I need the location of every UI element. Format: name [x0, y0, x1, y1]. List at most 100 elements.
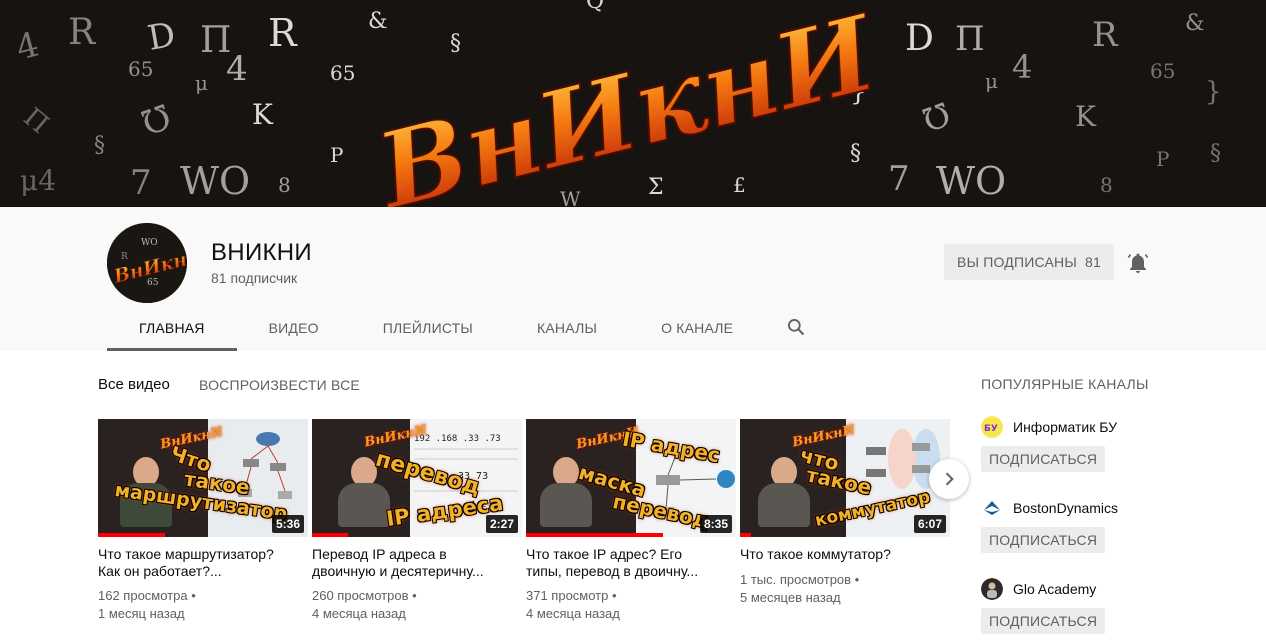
avatar-art: WO 65 R ВнИкнИ: [107, 223, 187, 303]
tab-home[interactable]: ГЛАВНАЯ: [107, 305, 237, 351]
boston-dynamics-icon[interactable]: [981, 497, 1003, 519]
video-age: 5 месяцев назад: [740, 590, 841, 605]
video-duration: 8:35: [699, 515, 732, 533]
video-title-line: Перевод IP адреса в: [312, 546, 447, 562]
tab-playlists[interactable]: ПЛЕЙЛИСТЫ: [351, 305, 505, 351]
svg-text:R: R: [268, 11, 298, 55]
video-views: 1 тыс. просмотров •: [740, 572, 860, 587]
channel-header: WO 65 R ВнИкнИ ВНИКНИ 81 подписчик ВЫ ПО…: [0, 207, 1266, 351]
video-thumbnail[interactable]: ВнИкнИ IP адрес маска перевод 8:35: [526, 419, 736, 537]
tab-channels[interactable]: КАНАЛЫ: [505, 305, 629, 351]
svg-text:§: §: [450, 31, 461, 56]
channel-tabs: ГЛАВНАЯ ВИДЕО ПЛЕЙЛИСТЫ КАНАЛЫ О КАНАЛЕ: [107, 305, 765, 351]
video-age: 1 месяц назад: [98, 606, 185, 621]
svg-text:P: P: [330, 143, 343, 167]
tab-videos[interactable]: ВИДЕО: [237, 305, 351, 351]
video-title-line: Что такое коммутатор?: [740, 546, 891, 562]
svg-text:65: 65: [1150, 59, 1175, 83]
notification-bell-icon[interactable]: [1126, 251, 1150, 275]
video-duration: 6:07: [913, 515, 946, 533]
watch-progress-bar: [740, 533, 751, 537]
featured-channel-name[interactable]: Информатик БУ: [1013, 419, 1117, 435]
video-title-line: типы, перевод в двоичну...: [526, 563, 699, 579]
video-title-line: Что такое маршрутизатор?: [98, 546, 274, 562]
popular-channels-title: ПОПУЛЯРНЫЕ КАНАЛЫ: [981, 376, 1149, 392]
svg-text:&: &: [368, 9, 388, 34]
subscribed-label: ВЫ ПОДПИСАНЫ: [957, 254, 1077, 270]
svg-text:}: }: [1205, 77, 1222, 107]
video-age: 4 месяца назад: [526, 606, 620, 621]
svg-text:8: 8: [1100, 173, 1113, 197]
svg-text:R: R: [1092, 15, 1119, 55]
svg-text:K: K: [1075, 100, 1097, 133]
watch-progress-bar: [98, 533, 166, 537]
svg-text:7: 7: [888, 159, 910, 199]
subscribe-button[interactable]: ПОДПИСАТЬСЯ: [981, 446, 1106, 472]
svg-text:4: 4: [12, 24, 43, 68]
featured-channel-name[interactable]: BostonDynamics: [1013, 500, 1118, 516]
svg-text:Ω: Ω: [917, 94, 955, 139]
svg-text:μ: μ: [985, 69, 998, 93]
svg-text:P: P: [1156, 147, 1169, 171]
svg-text:8: 8: [278, 173, 291, 197]
video-thumbnail[interactable]: ВнИкнИ что такое коммутатор 6:07: [740, 419, 950, 537]
watch-progress-bar: [526, 533, 663, 537]
svg-text:Ω: Ω: [136, 95, 176, 142]
channel-banner: 4 R D П 4 65 μ Ω K R & 65 P § § 7 WO 8 μ…: [0, 0, 1266, 207]
subscribed-count: 81: [1084, 254, 1101, 270]
svg-text:D: D: [145, 15, 179, 59]
chevron-right-icon: [945, 472, 954, 486]
svg-text:R: R: [68, 12, 96, 53]
svg-text:Q: Q: [586, 0, 604, 14]
featured-channel-name[interactable]: Glo Academy: [1013, 581, 1096, 597]
video-title-line: Что такое IP адрес? Его: [526, 546, 683, 562]
tab-about[interactable]: О КАНАЛЕ: [629, 305, 765, 351]
glo-academy-icon[interactable]: [981, 578, 1003, 600]
svg-text:БУ: БУ: [984, 424, 998, 434]
video-title[interactable]: Что такое коммутатор?: [740, 546, 945, 563]
video-thumbnail[interactable]: 192 .168 .33 .73 33 73 4 2 1 ВнИкнИ пере…: [312, 419, 522, 537]
subscribe-button[interactable]: ПОДПИСАТЬСЯ: [981, 608, 1106, 634]
banner-art: 4 R D П 4 65 μ Ω K R & 65 P § § 7 WO 8 μ…: [12, 0, 1222, 207]
svg-text:Σ: Σ: [648, 175, 664, 200]
watch-progress-bar: [312, 533, 348, 537]
section-title: Все видео: [98, 376, 170, 393]
svg-text:WO: WO: [180, 159, 250, 203]
channel-name: ВНИКНИ: [211, 239, 312, 266]
shelf-next-button[interactable]: [929, 459, 969, 499]
svg-text:4: 4: [1012, 48, 1032, 86]
search-icon[interactable]: [786, 317, 806, 337]
svg-text:§: §: [850, 141, 861, 166]
video-views: 162 просмотра •: [98, 588, 196, 603]
video-views: 260 просмотров •: [312, 588, 417, 603]
subscriber-count: 81 подписчик: [211, 270, 298, 286]
svg-text:П: П: [955, 19, 985, 59]
svg-text:D: D: [905, 18, 934, 59]
svg-text:WO: WO: [141, 238, 158, 248]
play-all-button[interactable]: ВОСПРОИЗВЕСТИ ВСЕ: [199, 377, 360, 393]
svg-text:£: £: [733, 173, 746, 197]
svg-text:μ: μ: [195, 71, 208, 95]
channel-avatar[interactable]: WO 65 R ВнИкнИ: [107, 223, 187, 303]
video-duration: 2:27: [485, 515, 518, 533]
video-title[interactable]: Что такое маршрутизатор? Как он работает…: [98, 546, 303, 580]
video-title[interactable]: Что такое IP адрес? Его типы, перевод в …: [526, 546, 731, 580]
svg-text:WO: WO: [936, 159, 1006, 203]
video-duration: 5:36: [271, 515, 304, 533]
svg-text:§: §: [94, 133, 105, 158]
svg-text:&: &: [1185, 11, 1205, 36]
svg-text:65: 65: [330, 61, 355, 85]
svg-text:П: П: [18, 102, 55, 140]
video-thumbnail[interactable]: ВнИкнИ Что такое маршрутизатор 5:36: [98, 419, 308, 537]
svg-text:ВнИкнИ: ВнИкнИ: [363, 0, 890, 207]
subscribe-button[interactable]: ПОДПИСАТЬСЯ: [981, 527, 1106, 553]
video-views: 371 просмотр •: [526, 588, 617, 603]
svg-text:§: §: [1210, 141, 1221, 166]
video-title[interactable]: Перевод IP адреса в двоичную и десятерич…: [312, 546, 517, 580]
svg-text:R: R: [121, 252, 128, 262]
svg-text:65: 65: [128, 57, 153, 81]
subscribed-button[interactable]: ВЫ ПОДПИСАНЫ 81: [944, 244, 1114, 280]
video-title-line: двоичную и десятеричну...: [312, 563, 484, 579]
informatik-bu-icon[interactable]: БУ: [981, 416, 1003, 438]
svg-text:4: 4: [226, 49, 248, 89]
